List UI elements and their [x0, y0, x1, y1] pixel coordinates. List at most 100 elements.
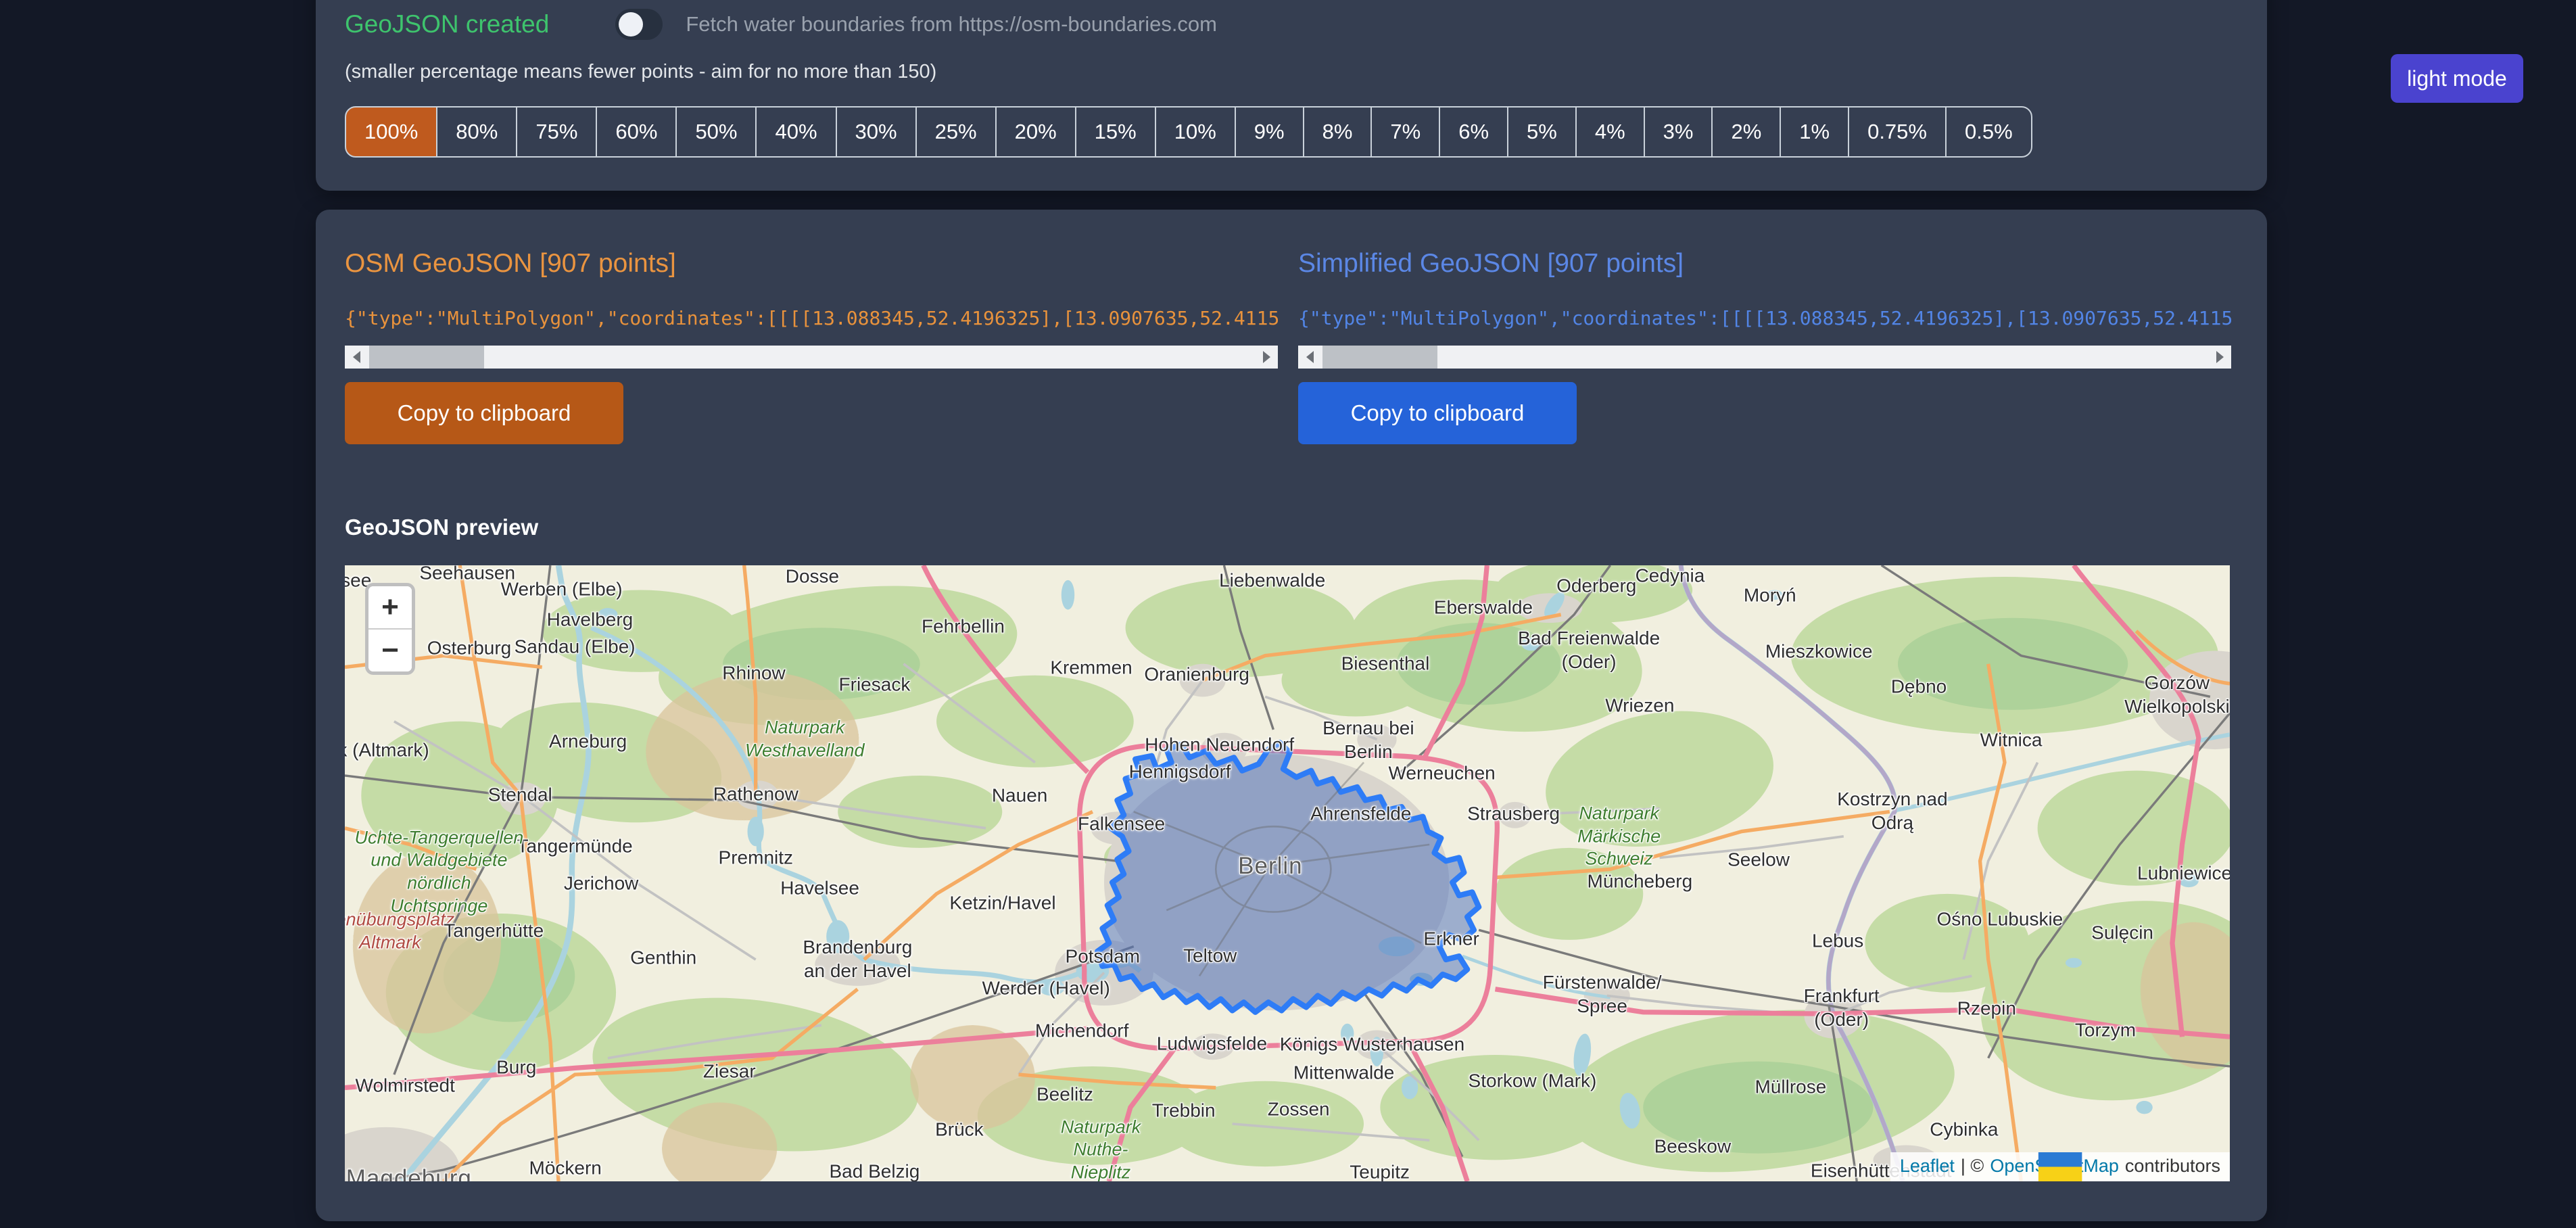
map-label: Hennigsdorf [1129, 760, 1231, 784]
map-label: Falkensee [1078, 811, 1165, 835]
map-attribution: Leaflet | © OpenStreetMap contributors [1890, 1152, 2230, 1181]
map-label: Rathenow [713, 782, 798, 805]
map-label: Ketzin/Havel [949, 891, 1055, 915]
map-label: Eberswalde [1434, 595, 1533, 619]
map-label: Müllrose [1755, 1074, 1826, 1098]
map-label: Rhinow [722, 661, 785, 685]
percent-option-1%[interactable]: 1% [1780, 106, 1849, 158]
percent-option-100%[interactable]: 100% [345, 106, 437, 158]
map-label: Biesenthal [1341, 651, 1430, 675]
map-label: Wriezen [1605, 693, 1674, 717]
map-label: Berlin [1238, 851, 1302, 881]
percent-option-5%[interactable]: 5% [1507, 106, 1577, 158]
map-label: Uchte-Tangerquellen und Waldgebiete nörd… [355, 826, 524, 918]
percent-option-9%[interactable]: 9% [1235, 106, 1304, 158]
percent-option-25%[interactable]: 25% [915, 106, 997, 158]
map-label: Kostrzyn nad Odrą [1837, 787, 1947, 834]
map-label: Werneuchen [1388, 761, 1495, 785]
map-labels: SeehausenseeWerben (Elbe)DosseHavelbergS… [345, 565, 2230, 1181]
scroll-right-icon[interactable] [2208, 346, 2231, 369]
scrollbar-thumb[interactable] [369, 346, 484, 369]
map-label: Zossen [1268, 1097, 1330, 1121]
map-label: Ludwigsfelde [1157, 1031, 1267, 1055]
settings-card: GeoJSON created Fetch water boundaries f… [316, 0, 2267, 191]
zoom-in-button[interactable]: + [368, 586, 412, 630]
map-label: Frankfurt (Oder) [1804, 984, 1880, 1031]
percent-option-60%[interactable]: 60% [596, 106, 677, 158]
percent-option-50%[interactable]: 50% [675, 106, 757, 158]
map-label: Bad Belzig [829, 1159, 920, 1181]
percent-option-0.75%[interactable]: 0.75% [1848, 106, 1947, 158]
simplified-json-preview: {"type":"MultiPolygon","coordinates":[[[… [1298, 307, 2231, 329]
map-label: Seelow [1727, 847, 1790, 871]
percent-option-10%[interactable]: 10% [1155, 106, 1236, 158]
map-label: Moryń [1744, 583, 1796, 607]
copy-osm-button[interactable]: Copy to clipboard [345, 382, 623, 444]
percent-group: 100%80%75%60%50%40%30%25%20%15%10%9%8%7%… [345, 106, 2267, 158]
map-label: Bernau bei Berlin [1322, 716, 1414, 763]
scroll-left-icon[interactable] [345, 346, 368, 369]
percent-option-15%[interactable]: 15% [1075, 106, 1156, 158]
percent-option-7%[interactable]: 7% [1370, 106, 1440, 158]
percent-option-75%[interactable]: 75% [516, 106, 597, 158]
map-label: Teupitz [1350, 1160, 1410, 1181]
map-label: Lubniewice [2137, 861, 2230, 884]
map-label: Friesack [839, 672, 911, 696]
water-boundaries-toggle[interactable] [615, 9, 663, 40]
percent-option-6%[interactable]: 6% [1439, 106, 1508, 158]
map-label: Mieszkowice [1765, 639, 1873, 663]
map-label: Cybinka [1930, 1117, 1998, 1141]
map-label: Fürstenwalde/ Spree [1543, 970, 1662, 1018]
map-label: penübungsplatz Altmark [345, 908, 454, 954]
scrollbar-track[interactable] [1321, 346, 2208, 369]
map-label: Mittenwalde [1293, 1060, 1394, 1084]
copy-simplified-button[interactable]: Copy to clipboard [1298, 382, 1577, 444]
percent-option-2%[interactable]: 2% [1711, 106, 1781, 158]
map-label: Hohen Neuendorf [1145, 733, 1294, 757]
map-label: Teltow [1183, 943, 1237, 967]
percent-option-4%[interactable]: 4% [1575, 106, 1645, 158]
zoom-out-button[interactable]: − [368, 630, 412, 671]
percent-option-20%[interactable]: 20% [995, 106, 1076, 158]
osm-json-scrollbar[interactable] [345, 346, 1278, 369]
scroll-right-icon[interactable] [1255, 346, 1278, 369]
scrollbar-track[interactable] [368, 346, 1255, 369]
map-label: Ziesar [703, 1059, 756, 1083]
map-label: Dębno [1891, 674, 1947, 698]
map-canvas[interactable]: SeehausenseeWerben (Elbe)DosseHavelbergS… [345, 565, 2230, 1181]
percent-option-40%[interactable]: 40% [755, 106, 836, 158]
map-label: Königs Wusterhausen [1280, 1032, 1464, 1056]
percent-option-3%[interactable]: 3% [1644, 106, 1713, 158]
scrollbar-thumb[interactable] [1322, 346, 1437, 369]
map-label: Beelitz [1036, 1082, 1093, 1106]
simplified-geojson-column: Simplified GeoJSON [907 points] {"type":… [1298, 249, 2231, 444]
percent-option-30%[interactable]: 30% [836, 106, 917, 158]
light-mode-button[interactable]: light mode [2391, 54, 2523, 103]
map-label: Tangerhütte [444, 919, 544, 943]
map-label: Oranienburg [1144, 663, 1249, 686]
map-label: Werben (Elbe) [501, 577, 623, 600]
map-label: Lebus [1812, 928, 1863, 952]
simplified-json-scrollbar[interactable] [1298, 346, 2231, 369]
map-label: Sandau (Elbe) [515, 635, 636, 659]
map-label: Genthin [630, 946, 696, 970]
map-label: Kremmen [1050, 656, 1132, 680]
map-label: Bad Freienwalde (Oder) [1518, 626, 1660, 674]
percent-option-80%[interactable]: 80% [436, 106, 517, 158]
toggle-knob-icon [619, 12, 643, 37]
map-label: Rzepin [1957, 997, 2016, 1020]
map-label: Oderberg [1556, 574, 1636, 598]
percent-option-0.5%[interactable]: 0.5% [1945, 106, 2032, 158]
scroll-left-icon[interactable] [1298, 346, 1321, 369]
map-label: Erkner [1423, 927, 1479, 951]
geojson-card: OSM GeoJSON [907 points] {"type":"MultiP… [316, 210, 2267, 1221]
map-label: Jerichow [564, 872, 638, 895]
map-label: Beeskow [1654, 1135, 1732, 1158]
map-label: Möckern [529, 1156, 602, 1179]
osm-geojson-column: OSM GeoJSON [907 points] {"type":"MultiP… [345, 249, 1278, 444]
percent-option-8%[interactable]: 8% [1303, 106, 1373, 158]
map-label: Brück [935, 1117, 984, 1141]
percentage-hint: (smaller percentage means fewer points -… [345, 61, 2267, 83]
map-label: Wolmirstedt [356, 1073, 455, 1097]
osm-json-preview: {"type":"MultiPolygon","coordinates":[[[… [345, 307, 1278, 329]
